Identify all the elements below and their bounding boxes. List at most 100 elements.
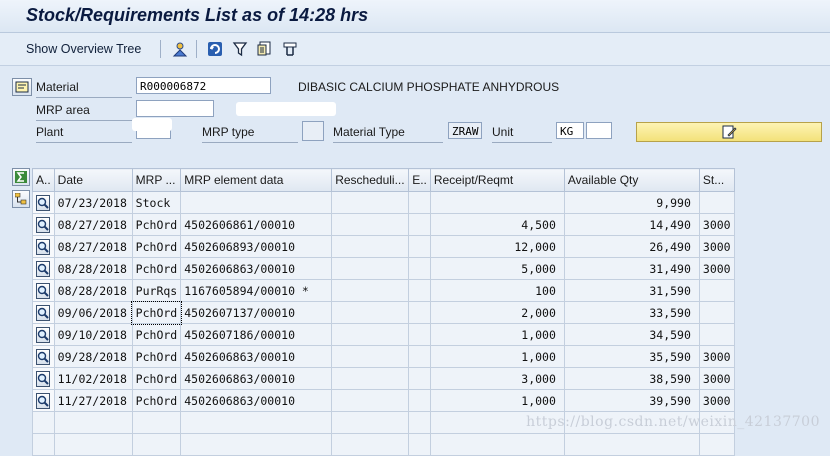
cell-receipt: 4,500 [429, 213, 565, 236]
application-toolbar: Show Overview Tree [0, 33, 830, 66]
settings-icon[interactable] [280, 39, 300, 59]
cell-avail: 34,590 [563, 323, 700, 346]
cell-mrp[interactable]: PchOrd [131, 213, 182, 236]
table-row[interactable]: 11/27/2018 PchOrd 4502606863/00010 1,000 39,… [32, 389, 735, 412]
cell-resched [331, 213, 410, 236]
table-row[interactable]: 09/06/2018 PchOrd 4502607137/00010 2,000 33,… [32, 300, 735, 325]
table-row[interactable]: 09/10/2018 PchOrd 4502607186/00010 1,000 34,… [32, 323, 735, 346]
cell-date: 09/06/2018 [53, 301, 133, 324]
cell-date: 07/23/2018 [53, 191, 133, 214]
cell-st [698, 191, 735, 214]
column-header-a[interactable]: A.. [32, 168, 55, 192]
cell-element[interactable]: 4502606893/00010 [180, 235, 333, 258]
cell-date: 08/28/2018 [53, 257, 133, 280]
cell-mrp[interactable]: Stock [131, 191, 182, 214]
column-header-mrp-element-data[interactable]: MRP element data [180, 168, 333, 192]
cell-element[interactable]: 4502606863/00010 [180, 367, 333, 390]
magnifier-icon[interactable] [36, 370, 51, 387]
table-row[interactable]: 08/28/2018 PurRqs 1167605894/00010 * 100 31,… [32, 279, 735, 302]
column-header-available-qty[interactable]: Available Qty [563, 168, 700, 192]
cell-mrp[interactable]: PchOrd [131, 323, 182, 346]
cell-resched [331, 279, 410, 302]
cell-mrp[interactable]: PchOrd [131, 257, 182, 280]
mrp-table: A.. Date MRP ... MRP element data Resche… [32, 168, 735, 456]
column-header-date[interactable]: Date [53, 168, 133, 192]
magnifier-icon[interactable] [36, 194, 51, 211]
cell-receipt: 1,000 [429, 389, 565, 412]
cell-resched [331, 389, 410, 412]
row-details-cell [32, 213, 55, 236]
material-label: Material [36, 80, 79, 94]
magnifier-icon[interactable] [36, 326, 51, 343]
edit-button[interactable] [636, 122, 822, 142]
cell-element[interactable]: 4502607186/00010 [180, 323, 333, 346]
unit-text-field [586, 122, 612, 139]
stock-requirements-grid: A.. Date MRP ... MRP element data Resche… [12, 166, 830, 456]
table-row[interactable]: 07/23/2018 Stock 9,990 [32, 191, 735, 214]
table-row[interactable]: 11/02/2018 PchOrd 4502606863/00010 3,000 38,… [32, 367, 735, 390]
row-details-cell [32, 257, 55, 280]
cell-mrp[interactable]: PchOrd [131, 300, 182, 325]
table-row[interactable]: 09/28/2018 PchOrd 4502606863/00010 1,000 35,… [32, 345, 735, 368]
plant-label: Plant [36, 125, 64, 139]
details-icon[interactable] [255, 39, 275, 59]
cell-mrp[interactable]: PchOrd [131, 389, 182, 412]
cell-st: 3000 [698, 213, 735, 236]
cell-element[interactable]: 4502606861/00010 [180, 213, 333, 236]
empty-cell [331, 411, 410, 434]
table-row[interactable]: 08/28/2018 PchOrd 4502606863/00010 5,000 31,… [32, 257, 735, 280]
cell-receipt: 1,000 [429, 323, 565, 346]
filter-icon[interactable] [230, 39, 250, 59]
cell-element[interactable]: 1167605894/00010 * [180, 279, 333, 302]
column-header-receipt-reqmt[interactable]: Receipt/Reqmt [429, 168, 565, 192]
cell-resched [331, 367, 410, 390]
magnifier-icon[interactable] [36, 260, 51, 277]
empty-cell [32, 411, 55, 434]
hierarchy-icon[interactable] [12, 190, 30, 208]
column-header-mrp[interactable]: MRP ... [131, 168, 182, 192]
cell-mrp[interactable]: PurRqs [131, 279, 182, 302]
cell-receipt: 12,000 [429, 235, 565, 258]
mrp-area-field[interactable] [136, 100, 214, 117]
material-info-icon[interactable] [12, 78, 32, 96]
cell-element[interactable] [180, 191, 333, 214]
person-icon[interactable] [170, 39, 190, 59]
magnifier-icon[interactable] [36, 304, 51, 321]
title-bar: Stock/Requirements List as of 14:28 hrs [0, 0, 830, 33]
column-header-st[interactable]: St... [698, 168, 735, 192]
magnifier-icon[interactable] [36, 216, 51, 233]
column-header-rescheduling[interactable]: Rescheduli... [331, 168, 410, 192]
cell-mrp[interactable]: PchOrd [131, 367, 182, 390]
cell-avail: 26,490 [563, 235, 700, 258]
cell-mrp[interactable]: PchOrd [131, 235, 182, 258]
cell-element[interactable]: 4502607137/00010 [180, 301, 333, 324]
refresh-icon[interactable] [205, 39, 225, 59]
empty-cell [53, 411, 133, 434]
show-overview-tree-button[interactable]: Show Overview Tree [26, 39, 141, 59]
magnifier-icon[interactable] [36, 348, 51, 365]
magnifier-icon[interactable] [36, 238, 51, 255]
cell-e [408, 367, 431, 390]
sum-icon[interactable] [12, 168, 30, 186]
magnifier-icon[interactable] [36, 282, 51, 299]
watermark: https://blog.csdn.net/weixin_42137700 [526, 414, 820, 430]
redacted-area [236, 102, 336, 116]
edit-icon [722, 125, 737, 139]
cell-st: 3000 [698, 389, 735, 412]
cell-mrp[interactable]: PchOrd [131, 345, 182, 368]
cell-receipt: 2,000 [429, 301, 565, 324]
table-row[interactable]: 08/27/2018 PchOrd 4502606893/00010 12,000 26… [32, 235, 735, 258]
cell-element[interactable]: 4502606863/00010 [180, 389, 333, 412]
cell-avail: 33,590 [563, 301, 700, 324]
cell-element[interactable]: 4502606863/00010 [180, 345, 333, 368]
magnifier-icon[interactable] [36, 392, 51, 409]
mrp-area-label: MRP area [36, 103, 90, 117]
cell-date: 08/27/2018 [53, 213, 133, 236]
field-underline [36, 120, 132, 121]
table-row[interactable]: 08/27/2018 PchOrd 4502606861/00010 4,500 14,… [32, 213, 735, 236]
empty-cell [408, 411, 431, 434]
column-header-e[interactable]: E.. [408, 168, 431, 192]
field-underline [202, 142, 298, 143]
cell-element[interactable]: 4502606863/00010 [180, 257, 333, 280]
material-field[interactable]: R000006872 [136, 77, 271, 94]
